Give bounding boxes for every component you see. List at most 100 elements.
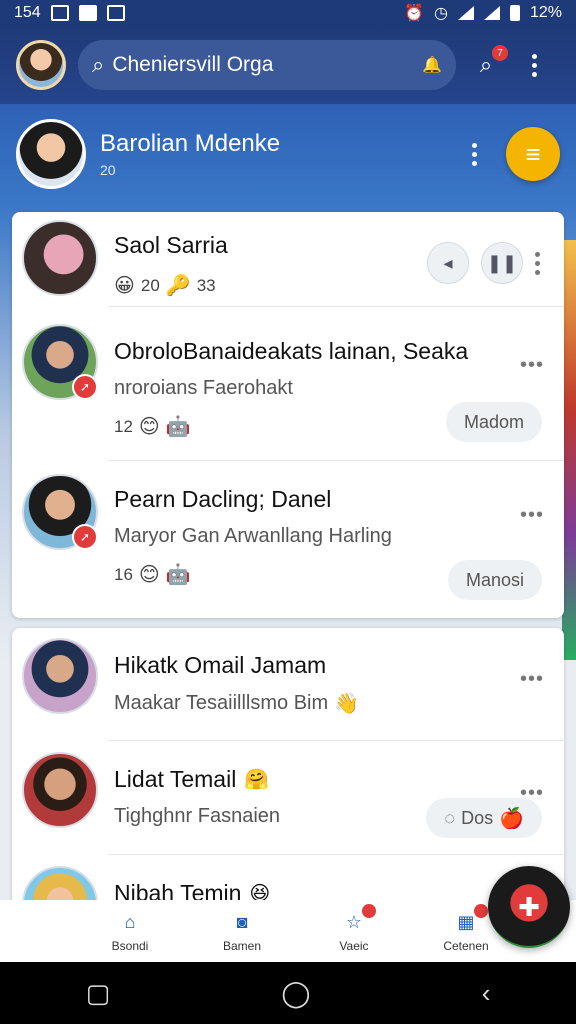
chat-meta: 20 bbox=[140, 275, 160, 295]
divider bbox=[108, 740, 564, 741]
smile-icon: 😊 bbox=[138, 416, 160, 438]
nav-item-home[interactable]: ⌂ Bsondi bbox=[100, 910, 160, 953]
nav-label: Vaeic bbox=[339, 938, 369, 953]
side-artwork bbox=[562, 240, 576, 660]
more-vertical-icon[interactable] bbox=[535, 251, 540, 275]
contact-avatar bbox=[22, 752, 98, 828]
profile-subtitle: 20 bbox=[100, 162, 116, 178]
filter-button[interactable]: ≡ bbox=[506, 127, 560, 181]
profile-name: Barolian Mdenke bbox=[100, 130, 281, 157]
compose-icon: ✚ bbox=[518, 891, 540, 922]
more-horizontal-icon[interactable]: ••• bbox=[520, 504, 544, 527]
bot-icon: 🤖 bbox=[165, 416, 191, 438]
more-vertical-icon bbox=[471, 142, 477, 166]
more-horizontal-icon[interactable]: ••• bbox=[520, 354, 544, 377]
chat-row[interactable]: ➚ Pearn Dacling; Danel Maryor Gan Arwanl… bbox=[12, 474, 564, 614]
wifi-icon bbox=[457, 6, 474, 20]
contact-avatar: ➚ bbox=[22, 474, 98, 550]
nav-label: Bsondi bbox=[111, 938, 149, 953]
nav-label: Bamen bbox=[222, 938, 262, 953]
chat-row[interactable]: Saol Sarria 😀 20 🔑 33 ◂ ❚❚ bbox=[12, 220, 564, 306]
back-arrow-icon: ◂ bbox=[443, 252, 453, 273]
status-time: 154 bbox=[14, 4, 41, 21]
back-button[interactable]: ‹ bbox=[482, 978, 491, 1009]
divider bbox=[108, 854, 564, 855]
chat-row[interactable]: Hikatk Omail Jamam Maakar Tesaiilllsmo B… bbox=[12, 638, 564, 734]
pause-button[interactable]: ❚❚ bbox=[481, 242, 523, 284]
contact-avatar bbox=[22, 220, 98, 296]
alarm-icon: ⏰ bbox=[404, 5, 424, 22]
chat-action-pill[interactable]: ◌ Dos 🍎 bbox=[426, 798, 542, 838]
chat-subtitle: nroroians Faerohakt bbox=[114, 377, 293, 399]
divider bbox=[108, 306, 564, 307]
nav-item-grid[interactable]: ▦ Cetenen bbox=[436, 903, 496, 953]
chat-icon: ◙ bbox=[236, 912, 248, 932]
more-vertical-icon bbox=[531, 53, 537, 77]
search-input[interactable]: Cheniersvill Orga bbox=[112, 53, 414, 77]
smile-icon: 😊 bbox=[138, 564, 160, 586]
home-button[interactable]: ◯ bbox=[281, 978, 310, 1009]
user-avatar[interactable] bbox=[16, 40, 66, 90]
chat-meta-2: 33 bbox=[196, 275, 216, 295]
chat-title: Hikatk Omail Jamam bbox=[114, 652, 327, 678]
contact-avatar: ➚ bbox=[22, 324, 98, 400]
profile-more-button[interactable] bbox=[456, 136, 492, 172]
emoji-icon: 🤗 bbox=[244, 769, 270, 791]
bell-icon[interactable]: 🔔 bbox=[422, 55, 442, 75]
search-bar[interactable]: ⌕ Cheniersvill Orga 🔔 bbox=[78, 40, 456, 90]
nav-badge bbox=[362, 903, 376, 918]
more-horizontal-icon[interactable]: ••• bbox=[520, 668, 544, 691]
key-icon: 🔑 bbox=[165, 275, 191, 297]
chat-meta: 12 bbox=[114, 416, 133, 436]
search-icon: ⌕ bbox=[479, 52, 493, 77]
chat-row[interactable]: Lidat Temail 🤗 Tighghnr Fasnaien ••• ◌ D… bbox=[12, 752, 564, 848]
pin-icon: ➚ bbox=[72, 374, 98, 400]
app-header: ⌕ Cheniersvill Orga 🔔 ⌕ 7 bbox=[0, 26, 576, 104]
chat-meta: 16 bbox=[114, 564, 133, 584]
notification-icon bbox=[50, 5, 69, 21]
signal-icon bbox=[483, 6, 500, 20]
pause-icon: ❚❚ bbox=[486, 252, 518, 273]
filter-icon: ≡ bbox=[525, 138, 541, 169]
chat-list-card-2: Hikatk Omail Jamam Maakar Tesaiilllsmo B… bbox=[12, 628, 564, 928]
contact-avatar bbox=[22, 638, 98, 714]
chat-bubble-icon: ◌ bbox=[444, 807, 456, 828]
battery-icon bbox=[509, 5, 520, 21]
search-icon: ⌕ bbox=[92, 52, 105, 77]
nav-badge bbox=[474, 903, 488, 918]
status-bar: 154 ⏰ ◷ 12% bbox=[0, 0, 576, 26]
back-button[interactable]: ◂ bbox=[427, 242, 469, 284]
chat-title: ObroloBanaideakats lainan, Seaka bbox=[114, 338, 469, 364]
home-icon: ⌂ bbox=[124, 912, 136, 932]
chat-title: Pearn Dacling; Danel bbox=[114, 486, 332, 512]
recents-button[interactable]: ▢ bbox=[86, 978, 111, 1009]
search-button[interactable]: ⌕ 7 bbox=[468, 45, 508, 83]
chat-action-pill[interactable]: Manosi bbox=[447, 560, 542, 600]
clock-icon: ◷ bbox=[434, 5, 448, 22]
nav-label: Cetenen bbox=[443, 938, 489, 953]
message-icon bbox=[106, 5, 125, 21]
profile-avatar[interactable] bbox=[16, 119, 86, 189]
notification-badge: 7 bbox=[492, 45, 508, 61]
apple-icon: 🍎 bbox=[499, 807, 524, 830]
divider bbox=[108, 460, 564, 461]
pin-icon: ➚ bbox=[72, 524, 98, 550]
nav-item-starred[interactable]: ☆ Vaeic bbox=[324, 903, 384, 953]
chat-subtitle: Maakar Tesaiilllsmo Bim bbox=[114, 692, 329, 714]
app-icon bbox=[78, 5, 97, 21]
chat-subtitle: Maryor Gan Arwanllang Harling bbox=[114, 525, 392, 547]
more-menu-button[interactable] bbox=[516, 47, 552, 83]
nav-item-chats[interactable]: ◙ Bamen bbox=[212, 910, 272, 953]
compose-fab[interactable]: ✚ bbox=[488, 866, 570, 948]
emoji-icon: 😀 bbox=[114, 275, 135, 297]
chat-list-card-1: Saol Sarria 😀 20 🔑 33 ◂ ❚❚ ➚ ObroloBanai… bbox=[12, 212, 564, 618]
chat-title: Lidat Temail bbox=[114, 766, 237, 792]
hand-icon: 👋 bbox=[334, 693, 360, 715]
system-nav-bar: ▢ ◯ ‹ bbox=[0, 962, 576, 1024]
profile-section: Barolian Mdenke 20 ≡ bbox=[0, 104, 576, 204]
chat-row[interactable]: ➚ ObroloBanaideakats lainan, Seaka nroro… bbox=[12, 324, 564, 464]
chat-action-pill[interactable]: Madom bbox=[445, 402, 542, 442]
battery-text: 12% bbox=[529, 4, 562, 21]
bot-icon: 🤖 bbox=[165, 564, 191, 586]
chat-action-label: Dos bbox=[461, 807, 494, 828]
